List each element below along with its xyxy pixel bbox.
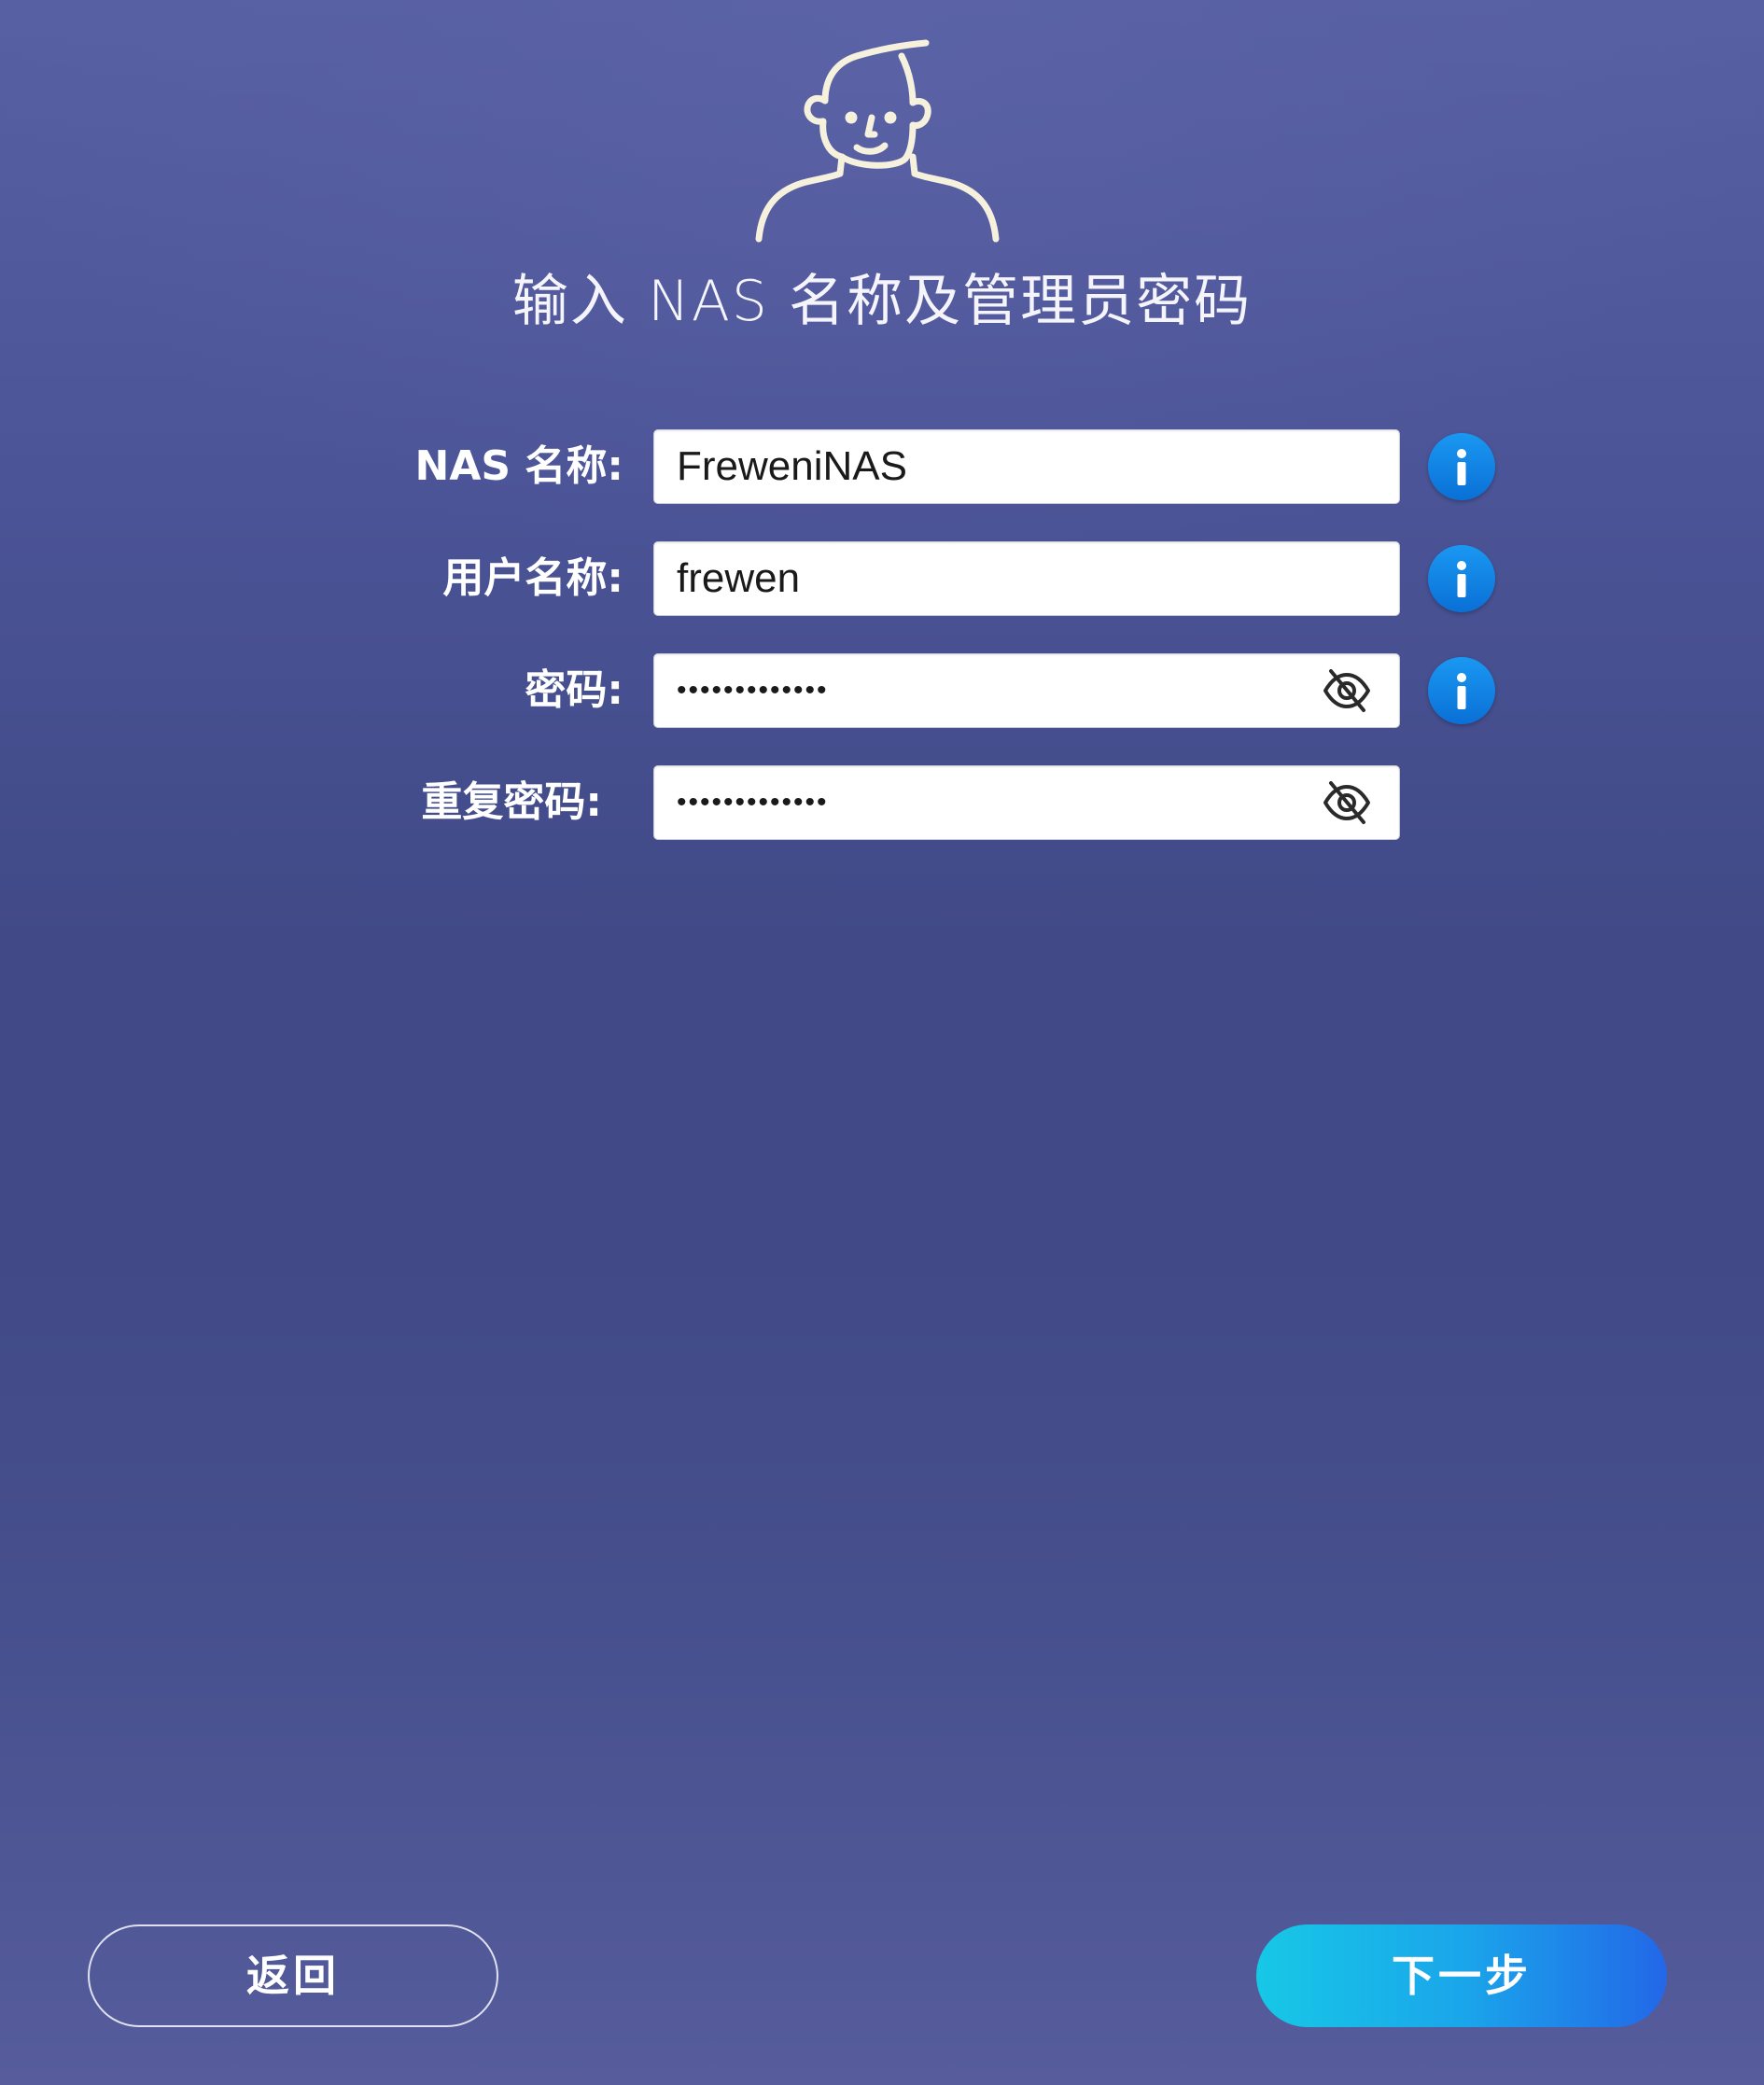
confirm-password-field[interactable] xyxy=(653,765,1400,840)
username-label: 用户名称: xyxy=(442,554,623,602)
password-field[interactable] xyxy=(653,653,1400,728)
password-label: 密码: xyxy=(525,666,623,714)
username-field[interactable] xyxy=(653,541,1400,616)
nas-name-label: NAS 名称: xyxy=(414,442,623,490)
next-button[interactable]: 下一步 xyxy=(1256,1924,1667,2027)
username-row: 用户名称: xyxy=(0,541,1764,616)
info-icon xyxy=(1457,673,1466,709)
user-avatar-icon xyxy=(755,39,1000,243)
confirm-password-label: 重复密码: xyxy=(421,778,602,826)
confirm-password-input[interactable] xyxy=(677,766,1293,839)
nas-name-input[interactable] xyxy=(677,430,1293,503)
info-icon xyxy=(1457,449,1466,485)
password-row: 密码: xyxy=(0,653,1764,728)
info-icon xyxy=(1457,561,1466,597)
back-button[interactable]: 返回 xyxy=(88,1924,498,2027)
page-title: 输入 NAS 名称及管理员密码 xyxy=(511,269,1253,334)
password-input[interactable] xyxy=(677,654,1293,727)
confirm-password-row: 重复密码: xyxy=(0,765,1764,840)
nas-name-field[interactable] xyxy=(653,429,1400,504)
nas-name-info-button[interactable] xyxy=(1428,433,1495,500)
username-input[interactable] xyxy=(677,542,1293,615)
eye-slash-icon[interactable] xyxy=(1323,779,1371,826)
eye-slash-icon[interactable] xyxy=(1323,667,1371,714)
password-info-button[interactable] xyxy=(1428,657,1495,724)
username-info-button[interactable] xyxy=(1428,545,1495,612)
nas-name-row: NAS 名称: xyxy=(0,429,1764,504)
